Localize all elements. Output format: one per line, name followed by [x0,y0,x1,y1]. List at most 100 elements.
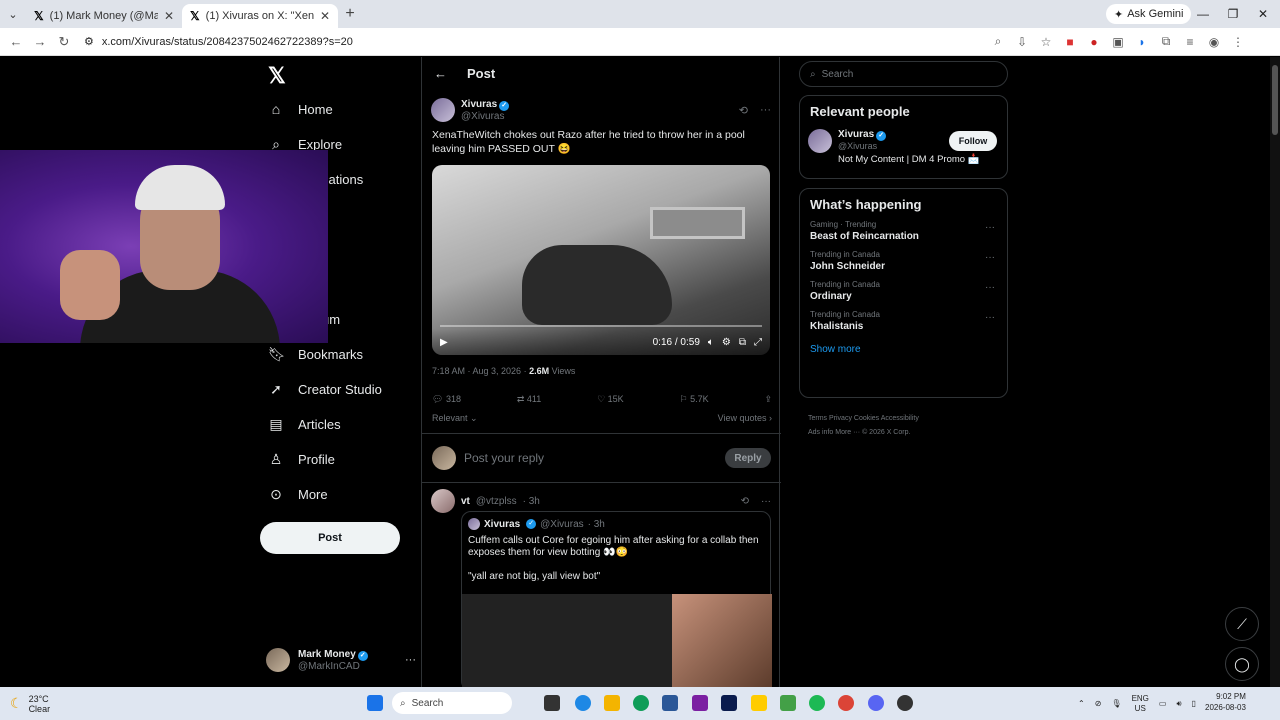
more-dots-icon[interactable]: ··· [760,104,771,116]
tab-search-icon[interactable]: ⌄ [0,0,26,28]
spotify-icon[interactable] [809,695,825,711]
video-progress-bar[interactable] [440,325,762,327]
profile-avatar[interactable]: ◉ [1202,35,1226,49]
scrollbar[interactable] [1270,57,1280,687]
discord-icon[interactable] [868,695,884,711]
follow-button[interactable]: Follow [949,131,997,151]
site-info-icon[interactable]: ⚙ [84,35,94,48]
url-field[interactable]: ⚙ x.com/Xivuras/status/20842375024627223… [84,31,984,53]
nav-profile[interactable]: ♙ Profile [268,444,335,474]
footer-links[interactable]: Ads info More ··· © 2026 X Corp. [808,426,998,440]
fullscreen-icon[interactable]: ⤢ [754,337,762,348]
nav-notifications[interactable]: cations [322,164,363,194]
app-icon[interactable] [897,695,913,711]
close-icon[interactable]: ✕ [320,9,330,23]
tab-mark-money[interactable]: 𝕏 (1) Mark Money (@MarkInCAD ✕ [26,4,182,28]
nav-creator-studio[interactable]: ➚ Creator Studio [268,374,382,404]
author-name[interactable]: Xivuras [461,99,497,110]
repost-action[interactable]: ⇄ 411 [517,394,541,408]
video-player[interactable]: ▶ 0:16 / 0:59 🔈︎ ⚙ ⧉ ⤢ [432,165,770,355]
tweet-timestamp[interactable]: 7:18 AM · Aug 3, 2026 · [432,366,529,376]
premiere-icon[interactable] [721,695,737,711]
start-icon[interactable] [367,695,383,711]
app-icon[interactable] [780,695,796,711]
extension-icon[interactable]: ● [1082,35,1106,49]
play-icon[interactable]: ▶ [440,337,448,348]
weather-widget[interactable]: ☾ 23°C Clear [0,694,80,714]
grok-fab-icon[interactable]: ⟋ [1225,607,1259,641]
grok-icon[interactable]: ⟲ [741,496,749,507]
chrome-icon[interactable] [838,695,854,711]
ask-gemini-button[interactable]: ✦ Ask Gemini [1106,4,1192,24]
quote-media[interactable] [462,594,772,692]
minimize-icon[interactable]: — [1188,0,1218,28]
trend-item[interactable]: Trending in Canada John Schneider ··· [800,246,1007,276]
volume-icon[interactable]: 🔊︎ [1176,699,1181,709]
back-arrow-icon[interactable]: ← [434,66,447,81]
app-icon[interactable] [751,695,767,711]
more-dots-icon[interactable]: ··· [985,312,995,323]
more-dots-icon[interactable]: ··· [985,222,995,233]
view-quotes-link[interactable]: View quotes › [718,413,772,424]
trend-item[interactable]: Trending in Canada Ordinary ··· [800,276,1007,306]
edge-icon[interactable] [633,695,649,711]
mic-icon[interactable]: 🎙︎ [1111,699,1121,708]
display-icon[interactable]: ▭ [1159,699,1167,708]
reply-handle[interactable]: @vtzplss [476,496,517,507]
share-icon[interactable]: ⇪ [764,394,772,408]
show-more-link[interactable]: Show more [800,336,1007,363]
like-action[interactable]: ♡ 15K [597,394,624,408]
more-dots-icon[interactable]: ··· [985,282,995,293]
trend-item[interactable]: Gaming · Trending Beast of Reincarnation ·… [800,216,1007,246]
search-input[interactable]: ⌕ Search [799,61,1008,87]
reply-author[interactable]: vt [461,496,470,507]
window-close-icon[interactable]: ✕ [1248,0,1278,28]
battery-icon[interactable]: ▯ [1192,699,1196,708]
tab-xivuras[interactable]: 𝕏 (1) Xivuras on X: "XenaTheWitc ✕ [182,4,338,28]
back-icon[interactable]: ← [4,34,28,49]
reply-input[interactable]: Post your reply [464,451,717,465]
avatar[interactable] [431,98,455,122]
avatar[interactable] [431,489,455,513]
install-icon[interactable]: ⇩ [1010,35,1034,49]
extension-icon[interactable]: ▣ [1106,35,1130,49]
network-off-icon[interactable]: ⊘ [1095,699,1102,708]
messages-fab-icon[interactable]: ◯ [1225,647,1259,681]
more-dots-icon[interactable]: ··· [761,496,771,507]
post-button[interactable]: Post [260,522,400,554]
maximize-icon[interactable]: ❐ [1218,0,1248,28]
author-handle[interactable]: @Xivuras [461,111,733,122]
sort-dropdown[interactable]: Relevant ⌄ [432,413,478,424]
scrollbar-thumb[interactable] [1272,65,1278,135]
copilot-icon[interactable] [575,695,591,711]
extension-icon[interactable]: ◗ [1130,35,1154,49]
reply-tweet[interactable]: vt @vtzplss · 3h ⟲ ··· Xivuras ✓ @Xivuras… [431,489,772,692]
nav-articles[interactable]: ▤ Articles [268,409,340,439]
bookmark-action[interactable]: ⚐ 5.7K [680,394,709,408]
app-icon[interactable] [692,695,708,711]
star-icon[interactable]: ☆ [1034,35,1058,49]
forward-icon[interactable]: → [28,34,52,49]
taskbar-search[interactable]: ⌕ Search [392,692,512,714]
app-icon[interactable] [662,695,678,711]
grok-icon[interactable]: ⟲ [739,104,748,117]
footer-links[interactable]: Terms Privacy Cookies Accessibility [808,412,998,426]
puzzle-icon[interactable]: ⧉ [1154,34,1178,49]
chevron-up-icon[interactable]: ⌃ [1078,699,1085,708]
file-explorer-icon[interactable] [604,695,620,711]
reload-icon[interactable]: ↻ [52,34,76,50]
task-view-icon[interactable] [544,695,560,711]
reply-button[interactable]: Reply [725,448,771,468]
more-dots-icon[interactable]: ··· [985,252,995,263]
volume-icon[interactable]: 🔈︎ [708,337,714,348]
trend-item[interactable]: Trending in Canada Khalistanis ··· [800,306,1007,336]
settings-icon[interactable]: ⚙ [722,337,731,348]
pip-icon[interactable]: ⧉ [739,337,746,348]
new-tab-icon[interactable]: + [338,5,362,23]
language[interactable]: ENG [1132,694,1149,704]
zoom-icon[interactable]: ⌕ [986,34,1010,49]
account-switcher[interactable]: Mark Money ✓ @MarkInCAD ··· [266,645,416,675]
kebab-menu-icon[interactable]: ⋮ [1226,35,1250,49]
media-icon[interactable]: ≡ [1178,35,1202,49]
relevant-person[interactable]: Xivuras ✓ @Xivuras Not My Content | DM 4 … [800,123,1007,171]
